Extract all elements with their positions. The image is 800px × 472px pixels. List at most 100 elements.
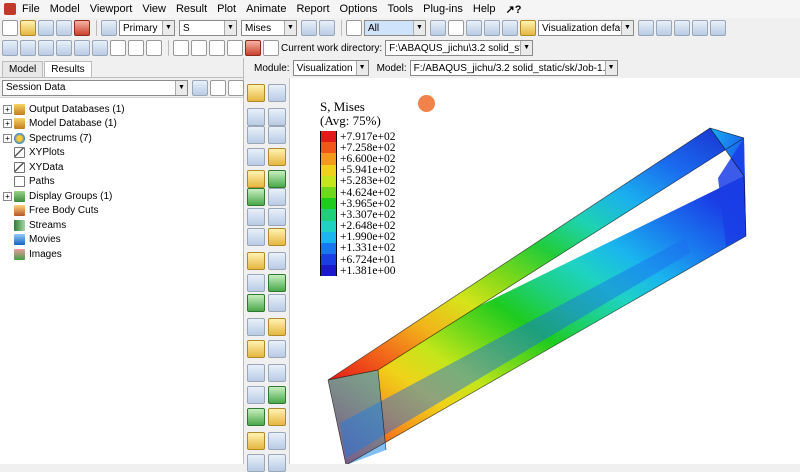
- replace-icon[interactable]: [466, 20, 482, 36]
- plot-deformed-icon[interactable]: [247, 108, 265, 126]
- options-icon[interactable]: [268, 454, 286, 472]
- menu-plugins[interactable]: Plug-ins: [423, 3, 463, 15]
- tree-item[interactable]: Streams: [0, 218, 243, 233]
- odb-icon[interactable]: [74, 20, 90, 36]
- plot-contour-icon[interactable]: [268, 126, 286, 144]
- arrow-annotation-icon[interactable]: [146, 40, 162, 56]
- magnify-icon[interactable]: [209, 40, 225, 56]
- module-combo[interactable]: Visualization ▼: [292, 60, 369, 76]
- expand-icon[interactable]: +: [3, 119, 12, 129]
- step-combo[interactable]: Primary ▼: [119, 20, 175, 36]
- viewport-tile-icon[interactable]: [2, 40, 18, 56]
- step-icon[interactable]: [101, 20, 117, 36]
- menu-options[interactable]: Options: [340, 3, 378, 15]
- expand-icon[interactable]: +: [3, 191, 12, 201]
- selection-combo[interactable]: All ▼: [364, 20, 426, 36]
- auto-fit-icon[interactable]: [245, 40, 261, 56]
- color-code-icon[interactable]: [520, 20, 536, 36]
- iso-render-icon[interactable]: [692, 20, 708, 36]
- collapse-tree-icon[interactable]: [210, 79, 226, 96]
- cycle-views-icon[interactable]: [263, 40, 279, 56]
- free-body-icon[interactable]: [268, 364, 286, 382]
- display-group-icon[interactable]: [268, 318, 286, 336]
- variable-combo[interactable]: S ▼: [179, 20, 237, 36]
- tree-item[interactable]: Free Body Cuts: [0, 204, 243, 219]
- menu-tools[interactable]: Tools: [387, 3, 413, 15]
- create-xy-icon[interactable]: [247, 252, 265, 270]
- menu-plot[interactable]: Plot: [217, 3, 236, 15]
- view-cut-icon[interactable]: [268, 340, 286, 358]
- viewport-link-icon[interactable]: [92, 40, 108, 56]
- query-icon[interactable]: [268, 408, 286, 426]
- tree-item[interactable]: XYPlots: [0, 146, 243, 161]
- free-body-icon[interactable]: [247, 364, 265, 382]
- pointer-icon[interactable]: [346, 20, 362, 36]
- plot-material-orientation-icon[interactable]: [247, 170, 265, 188]
- animate-time-icon[interactable]: [268, 228, 286, 246]
- menu-animate[interactable]: Animate: [246, 3, 286, 15]
- plot-contour-icon[interactable]: [247, 126, 265, 144]
- path-icon[interactable]: [268, 294, 286, 312]
- animate-time-icon[interactable]: [247, 228, 265, 246]
- tree-item[interactable]: + Spectrums (7): [0, 131, 243, 146]
- animate-scale-icon[interactable]: [268, 208, 286, 226]
- model-combo[interactable]: F:/ABAQUS_jichu/3.2 solid_static/sk/Job-…: [409, 60, 618, 76]
- query-icon[interactable]: [247, 408, 265, 426]
- viewport-horizontal-icon[interactable]: [38, 40, 54, 56]
- animate-scale-icon[interactable]: [247, 208, 265, 226]
- open-file-icon[interactable]: [20, 20, 36, 36]
- expand-icon[interactable]: +: [3, 104, 12, 114]
- display-group-icon[interactable]: [448, 20, 464, 36]
- save-icon[interactable]: [38, 20, 54, 36]
- plot-symbol-icon[interactable]: [247, 148, 265, 166]
- session-data-combo[interactable]: Session Data ▼: [2, 79, 188, 96]
- select-box-icon[interactable]: [430, 20, 446, 36]
- create-xy-icon[interactable]: [268, 252, 286, 270]
- rotate-icon[interactable]: [191, 40, 207, 56]
- plot-allow-multiple-icon[interactable]: [268, 188, 286, 206]
- expand-icon[interactable]: +: [3, 133, 12, 143]
- selection-icon[interactable]: [319, 20, 335, 36]
- report-field-icon[interactable]: [268, 274, 286, 292]
- invariant-combo[interactable]: Mises ▼: [241, 20, 297, 36]
- pan-icon[interactable]: [173, 40, 189, 56]
- view-cut-icon[interactable]: [247, 340, 265, 358]
- graphics-viewport[interactable]: S, Mises (Avg: 75%) +7.917e+02 +7.258e+02…: [290, 78, 800, 464]
- menu-file[interactable]: File: [22, 3, 40, 15]
- plot-material-orientation-icon[interactable]: [268, 170, 286, 188]
- tab-results[interactable]: Results: [44, 61, 92, 77]
- plot-allow-multiple-icon[interactable]: [247, 188, 265, 206]
- probe-icon[interactable]: [247, 432, 265, 450]
- display-group-icon[interactable]: [247, 318, 265, 336]
- color-palette-icon[interactable]: [638, 20, 654, 36]
- new-file-icon[interactable]: [2, 20, 18, 36]
- stream-icon[interactable]: [247, 386, 265, 404]
- tree-item[interactable]: Images: [0, 247, 243, 262]
- plot-undeformed-icon[interactable]: [268, 84, 286, 102]
- tab-model[interactable]: Model: [2, 61, 44, 77]
- report-field-icon[interactable]: [247, 274, 265, 292]
- plot-symbol-icon[interactable]: [268, 148, 286, 166]
- tree-item[interactable]: Paths: [0, 175, 243, 190]
- cwd-combo[interactable]: F:\ABAQUS_jichu\3.2 solid_static\sk▼: [385, 40, 534, 56]
- print-icon[interactable]: [56, 20, 72, 36]
- tree-item[interactable]: + Model Database (1): [0, 117, 243, 132]
- tree-item[interactable]: Movies: [0, 233, 243, 248]
- tree-item[interactable]: + Output Databases (1): [0, 102, 243, 117]
- text-annotation-icon[interactable]: [128, 40, 144, 56]
- viewport-grid-icon[interactable]: [74, 40, 90, 56]
- plot-undeformed-icon[interactable]: [247, 84, 265, 102]
- stream-icon[interactable]: [268, 386, 286, 404]
- probe-icon[interactable]: [268, 432, 286, 450]
- menu-model[interactable]: Model: [50, 3, 80, 15]
- render-style-combo[interactable]: Visualization defaults ▼: [538, 20, 634, 36]
- context-help-button[interactable]: ↗?: [506, 3, 522, 16]
- expand-tree-icon[interactable]: [228, 79, 244, 96]
- query-icon[interactable]: [110, 40, 126, 56]
- plot-deformed-icon[interactable]: [268, 108, 286, 126]
- menu-result[interactable]: Result: [176, 3, 207, 15]
- view-icon[interactable]: [710, 20, 726, 36]
- viewport-vertical-icon[interactable]: [56, 40, 72, 56]
- add-icon[interactable]: [484, 20, 500, 36]
- filter-icon[interactable]: [192, 79, 208, 96]
